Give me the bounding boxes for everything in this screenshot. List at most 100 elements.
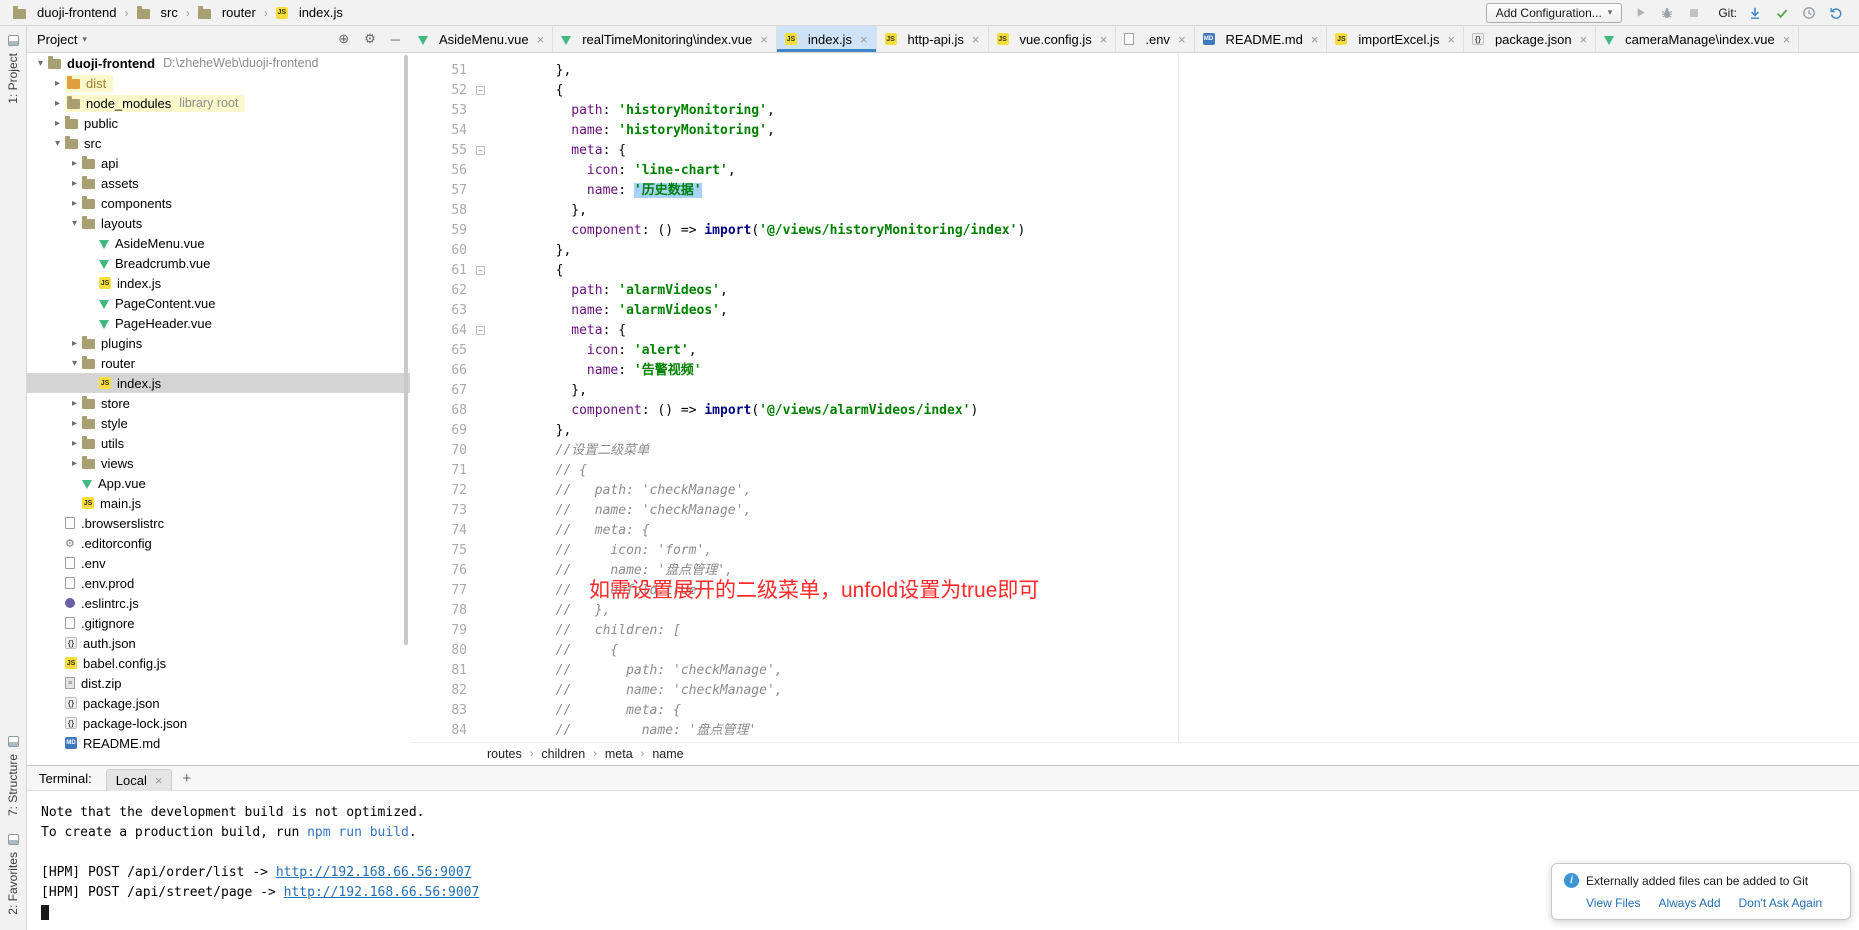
line-number[interactable]: 59 <box>411 221 473 241</box>
chevron-right-icon[interactable]: ▸ <box>50 98 65 109</box>
close-icon[interactable]: × <box>1447 32 1455 47</box>
code-line[interactable]: 83 // meta: { <box>411 701 1859 721</box>
chevron-right-icon[interactable]: ▸ <box>50 118 65 129</box>
line-number[interactable]: 52 <box>411 81 473 101</box>
tree-item-utils[interactable]: ▸utils <box>27 433 410 453</box>
code-line[interactable]: 60 }, <box>411 241 1859 261</box>
tree-scrollbar[interactable] <box>404 55 408 645</box>
code-line[interactable]: 78 // }, <box>411 601 1859 621</box>
line-number[interactable]: 57 <box>411 181 473 201</box>
tree-item-style[interactable]: ▸style <box>27 413 410 433</box>
breadcrumb-item[interactable]: duoji-frontend <box>10 4 120 21</box>
code-line[interactable]: 53 path: 'historyMonitoring', <box>411 101 1859 121</box>
line-number[interactable]: 82 <box>411 681 473 701</box>
tab-importExcel.js[interactable]: JSimportExcel.js× <box>1327 26 1464 52</box>
line-number[interactable]: 56 <box>411 161 473 181</box>
line-number[interactable]: 83 <box>411 701 473 721</box>
line-number[interactable]: 51 <box>411 61 473 81</box>
tree-item-public[interactable]: ▸public <box>27 113 410 133</box>
line-number[interactable]: 60 <box>411 241 473 261</box>
tree-item-store[interactable]: ▸store <box>27 393 410 413</box>
terminal-link[interactable]: http://192.168.66.56:9007 <box>276 865 472 880</box>
breadcrumb-item[interactable]: src <box>134 4 181 21</box>
tree-item-.env[interactable]: .env <box>27 553 410 573</box>
tree-item-dist.zip[interactable]: ≡dist.zip <box>27 673 410 693</box>
close-icon[interactable]: × <box>1783 32 1791 47</box>
line-number[interactable]: 70 <box>411 441 473 461</box>
breadcrumb-meta[interactable]: meta <box>605 747 633 761</box>
code-line[interactable]: 73 // name: 'checkManage', <box>411 501 1859 521</box>
tab-AsideMenu.vue[interactable]: AsideMenu.vue× <box>410 26 553 52</box>
tab-realTimeMonitoring\index.vue[interactable]: realTimeMonitoring\index.vue× <box>553 26 777 52</box>
line-number[interactable]: 54 <box>411 121 473 141</box>
tree-item-App.vue[interactable]: App.vue <box>27 473 410 493</box>
line-number[interactable]: 64 <box>411 321 473 341</box>
tree-item-auth.json[interactable]: {}auth.json <box>27 633 410 653</box>
close-icon[interactable]: × <box>1580 32 1588 47</box>
tab-index.js[interactable]: JSindex.js× <box>777 26 877 52</box>
settings-icon[interactable]: ⚙ <box>364 31 376 47</box>
breadcrumb-item[interactable]: router <box>195 4 259 21</box>
tree-item-views[interactable]: ▸views <box>27 453 410 473</box>
line-number[interactable]: 62 <box>411 281 473 301</box>
line-number[interactable]: 84 <box>411 721 473 741</box>
tree-item-api[interactable]: ▸api <box>27 153 410 173</box>
close-icon[interactable]: × <box>760 32 768 47</box>
line-number[interactable]: 81 <box>411 661 473 681</box>
tab-http-api.js[interactable]: JShttp-api.js× <box>877 26 989 52</box>
chevron-right-icon[interactable]: ▸ <box>67 438 82 449</box>
tool-button-1-project[interactable]: 1: Project <box>6 26 20 113</box>
git-commit-icon[interactable] <box>1773 4 1791 22</box>
tree-item-PageContent.vue[interactable]: PageContent.vue <box>27 293 410 313</box>
code-line[interactable]: 63 name: 'alarmVideos', <box>411 301 1859 321</box>
line-number[interactable]: 71 <box>411 461 473 481</box>
chevron-right-icon[interactable]: ▸ <box>67 418 82 429</box>
tree-item-babel.config.js[interactable]: JSbabel.config.js <box>27 653 410 673</box>
tab-README.md[interactable]: MDREADME.md× <box>1195 26 1328 52</box>
code-line[interactable]: 74 // meta: { <box>411 521 1859 541</box>
close-icon[interactable]: × <box>1311 32 1319 47</box>
run-icon[interactable] <box>1631 4 1649 22</box>
line-number[interactable]: 63 <box>411 301 473 321</box>
history-icon[interactable] <box>1800 4 1818 22</box>
code-line[interactable]: 70 //设置二级菜单 <box>411 441 1859 461</box>
new-terminal-icon[interactable]: + <box>182 770 191 787</box>
code-line[interactable]: 51 }, <box>411 61 1859 81</box>
tree-item-package-lock.json[interactable]: {}package-lock.json <box>27 713 410 733</box>
locate-file-icon[interactable]: ⊕ <box>338 31 349 47</box>
line-number[interactable]: 69 <box>411 421 473 441</box>
code-line[interactable]: 57 name: '历史数据' <box>411 181 1859 201</box>
line-number[interactable]: 74 <box>411 521 473 541</box>
close-icon[interactable]: × <box>860 32 868 47</box>
tab-.env[interactable]: .env× <box>1116 26 1194 52</box>
tab-vue.config.js[interactable]: JSvue.config.js× <box>989 26 1117 52</box>
project-panel-title[interactable]: Project <box>37 32 77 47</box>
code-line[interactable]: 75 // icon: 'form', <box>411 541 1859 561</box>
tree-item-plugins[interactable]: ▸plugins <box>27 333 410 353</box>
tree-item-AsideMenu.vue[interactable]: AsideMenu.vue <box>27 233 410 253</box>
hide-panel-icon[interactable]: ─ <box>391 32 400 47</box>
tree-item-.eslintrc.js[interactable]: .eslintrc.js <box>27 593 410 613</box>
code-line[interactable]: 56 icon: 'line-chart', <box>411 161 1859 181</box>
code-line[interactable]: 79 // children: [ <box>411 621 1859 641</box>
code-line[interactable]: 61− { <box>411 261 1859 281</box>
line-number[interactable]: 77 <box>411 581 473 601</box>
breadcrumb-name[interactable]: name <box>652 747 683 761</box>
tree-item-components[interactable]: ▸components <box>27 193 410 213</box>
tree-item-index.js[interactable]: JSindex.js <box>27 273 410 293</box>
tree-item-src[interactable]: ▾src <box>27 133 410 153</box>
notification-action-don-t-ask-again[interactable]: Don't Ask Again <box>1739 896 1823 910</box>
git-update-icon[interactable] <box>1746 4 1764 22</box>
breadcrumb-item[interactable]: JSindex.js <box>273 4 346 21</box>
line-number[interactable]: 53 <box>411 101 473 121</box>
tree-item-.editorconfig[interactable]: ⚙.editorconfig <box>27 533 410 553</box>
terminal-link[interactable]: http://192.168.66.56:9007 <box>284 885 480 900</box>
line-number[interactable]: 65 <box>411 341 473 361</box>
chevron-right-icon[interactable]: ▸ <box>67 178 82 189</box>
code-line[interactable]: 69 }, <box>411 421 1859 441</box>
tree-item-dist[interactable]: ▸dist <box>27 73 410 93</box>
code-line[interactable]: 72 // path: 'checkManage', <box>411 481 1859 501</box>
tree-item-.env.prod[interactable]: .env.prod <box>27 573 410 593</box>
stop-icon[interactable] <box>1685 4 1703 22</box>
tree-item-duoji-frontend[interactable]: ▾duoji-frontendD:\zheheWeb\duoji-fronten… <box>27 53 410 73</box>
